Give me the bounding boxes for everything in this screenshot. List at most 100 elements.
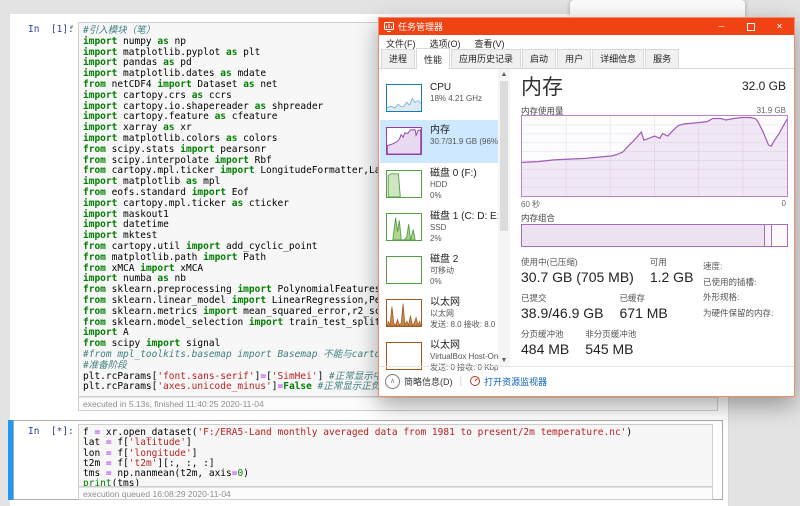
sidebar-item-text: 内存30.7/31.9 GB (96%): [430, 124, 498, 148]
stat-value: 545 MB: [585, 340, 636, 358]
memory-stats: 使用中(已压缩)30.7 GB (705 MB) 可用1.2 GB 已提交38.9/…: [521, 257, 701, 365]
status-bar: ∧ 简略信息(D) | 打开资源监视器: [379, 366, 794, 395]
sidebar-item-eth1[interactable]: 以太网以太网发送: 8.0 接收: 8.0 K: [380, 292, 498, 335]
sidebar-item-disk1[interactable]: 磁盘 1 (C: D: E:)SSD2%: [380, 206, 498, 249]
sidebar-item-title: CPU: [430, 81, 498, 94]
stat-可用: 可用1.2 GB: [650, 257, 694, 286]
cpu-sparkline: [386, 84, 422, 112]
sidebar-item-title: 磁盘 1 (C: D: E:): [430, 210, 498, 223]
eth1-sparkline: [386, 299, 422, 327]
status-divider: |: [460, 376, 463, 387]
stat-label: 已缓存: [620, 293, 668, 304]
info-label: 为硬件保留的内存:: [703, 306, 798, 322]
maximize-button[interactable]: [736, 18, 765, 35]
graph-max-label: 31.9 GB: [757, 106, 786, 115]
code-fold-icon[interactable]: ▾: [70, 23, 74, 31]
title-bar[interactable]: 任务管理器 ─ ✕: [379, 18, 794, 35]
composition-segment-free: [771, 225, 787, 246]
sidebar-item-title: 以太网: [430, 339, 498, 352]
cell2-prompt: In [*]:: [28, 426, 74, 437]
stats-row: 已提交38.9/46.9 GB 已缓存671 MB: [521, 293, 701, 322]
window-title: 任务管理器: [398, 20, 443, 33]
sidebar-item-sub: 可移动: [430, 266, 498, 277]
maximize-icon: [747, 23, 755, 31]
stat-label: 使用中(已压缩): [521, 257, 634, 268]
sidebar-item-text: 磁盘 0 (F:)HDD0%: [430, 167, 498, 201]
disk0-sparkline: [386, 170, 422, 198]
tab-bar: 进程性能应用历史记录启动用户详细信息服务: [379, 51, 794, 69]
background-window-edge: [570, 0, 745, 17]
sidebar-scrollbar[interactable]: ▲ ▼: [498, 69, 510, 366]
stat-分页缓冲池: 分页缓冲池484 MB: [521, 329, 569, 358]
code-line: print(tms): [83, 479, 712, 487]
sidebar-item-sub: 0%: [430, 277, 498, 288]
hardware-info-labels: 速度:已使用的插槽:外形规格:为硬件保留的内存:: [703, 259, 798, 321]
memory-sparkline: [386, 127, 422, 155]
sidebar-item-sub: VirtualBox Host-On: [430, 352, 498, 363]
fewer-details-icon: ∧: [385, 374, 400, 389]
fewer-details-button[interactable]: 简略信息(D): [404, 375, 453, 388]
tab-启动[interactable]: 启动: [522, 49, 556, 68]
scrollbar-thumb[interactable]: [500, 81, 508, 231]
memory-total: 32.0 GB: [742, 79, 786, 93]
sidebar-item-sub: 发送: 8.0 接收: 8.0 K: [430, 320, 498, 331]
cell1-execute-time: executed in 5.13s, finished 11:40:25 202…: [78, 397, 718, 411]
tab-性能[interactable]: 性能: [416, 48, 450, 69]
sidebar-item-sub: 2%: [430, 234, 498, 245]
sidebar-item-sub: 0%: [430, 191, 498, 202]
scroll-down-icon[interactable]: ▼: [498, 357, 510, 364]
stat-非分页缓冲池: 非分页缓冲池545 MB: [585, 329, 636, 358]
sidebar-item-disk0[interactable]: 磁盘 0 (F:)HDD0%: [380, 163, 498, 206]
memory-usage-graph[interactable]: [521, 115, 788, 197]
info-label: 已使用的插槽:: [703, 275, 798, 291]
task-manager-window: 任务管理器 ─ ✕ 文件(F)选项(O)查看(V) 进程性能应用历史记录启动用户…: [378, 17, 795, 397]
sidebar-item-cpu[interactable]: CPU18% 4.21 GHz: [380, 77, 498, 120]
stat-label: 非分页缓冲池: [585, 329, 636, 340]
stat-label: 可用: [650, 257, 694, 268]
stats-row: 分页缓冲池484 MB 非分页缓冲池545 MB: [521, 329, 701, 358]
sidebar-item-memory[interactable]: 内存30.7/31.9 GB (96%): [380, 120, 498, 163]
stat-value: 38.9/46.9 GB: [521, 304, 604, 322]
memory-composition-label: 内存组合: [521, 212, 555, 224]
stat-value: 1.2 GB: [650, 268, 694, 286]
scroll-up-icon[interactable]: ▲: [498, 71, 510, 78]
task-manager-icon: [384, 22, 394, 32]
sidebar-item-text: CPU18% 4.21 GHz: [430, 81, 498, 105]
sidebar-item-sub: 18% 4.21 GHz: [430, 94, 498, 105]
close-button[interactable]: ✕: [765, 18, 794, 35]
cell2-execute-time: execution queued 16:08:29 2020-11-04: [78, 487, 713, 500]
tab-应用历史记录[interactable]: 应用历史记录: [451, 49, 521, 68]
stat-已提交: 已提交38.9/46.9 GB: [521, 293, 604, 322]
cell2-code-input[interactable]: f = xr.open_dataset('F:/ERA5-Land monthl…: [78, 424, 713, 487]
stat-value: 484 MB: [521, 340, 569, 358]
stat-value: 30.7 GB (705 MB): [521, 268, 634, 286]
composition-segment-modified: [764, 225, 771, 246]
tab-详细信息[interactable]: 详细信息: [592, 49, 644, 68]
stats-row: 使用中(已压缩)30.7 GB (705 MB) 可用1.2 GB: [521, 257, 701, 286]
sidebar-item-text: 磁盘 1 (C: D: E:)SSD2%: [430, 210, 498, 244]
sidebar-item-title: 磁盘 0 (F:): [430, 167, 498, 180]
code-line: tms = np.nanmean(t2m, axis=0): [83, 469, 712, 479]
resource-monitor-icon: [469, 375, 481, 387]
sidebar-item-sub: SSD: [430, 223, 498, 234]
info-label: 速度:: [703, 259, 798, 275]
sidebar-item-text: 以太网以太网发送: 8.0 接收: 8.0 K: [430, 296, 498, 330]
sidebar-item-disk2[interactable]: 磁盘 2可移动0%: [380, 249, 498, 292]
panel-title: 内存: [521, 71, 563, 101]
stat-label: 分页缓冲池: [521, 329, 569, 340]
minimize-button[interactable]: ─: [707, 18, 736, 35]
sidebar-item-sub: 以太网: [430, 309, 498, 320]
menu-item[interactable]: 查看(V): [468, 37, 512, 50]
tab-用户[interactable]: 用户: [557, 49, 591, 68]
open-resource-monitor-link[interactable]: 打开资源监视器: [484, 375, 547, 388]
info-label: 外形规格:: [703, 290, 798, 306]
tab-服务[interactable]: 服务: [645, 49, 679, 68]
x-axis-right-label: 0: [782, 199, 786, 208]
memory-composition-bar[interactable]: [521, 224, 788, 247]
sidebar-item-sub: 30.7/31.9 GB (96%): [430, 137, 498, 148]
stat-value: 671 MB: [620, 304, 668, 322]
tab-进程[interactable]: 进程: [381, 49, 415, 68]
stat-使用中(已压缩): 使用中(已压缩)30.7 GB (705 MB): [521, 257, 634, 286]
stat-label: 已提交: [521, 293, 604, 304]
memory-detail-panel: 内存 32.0 GB 内存使用量 31.9 GB 60 秒 0 内存组合 使用中…: [516, 69, 794, 366]
